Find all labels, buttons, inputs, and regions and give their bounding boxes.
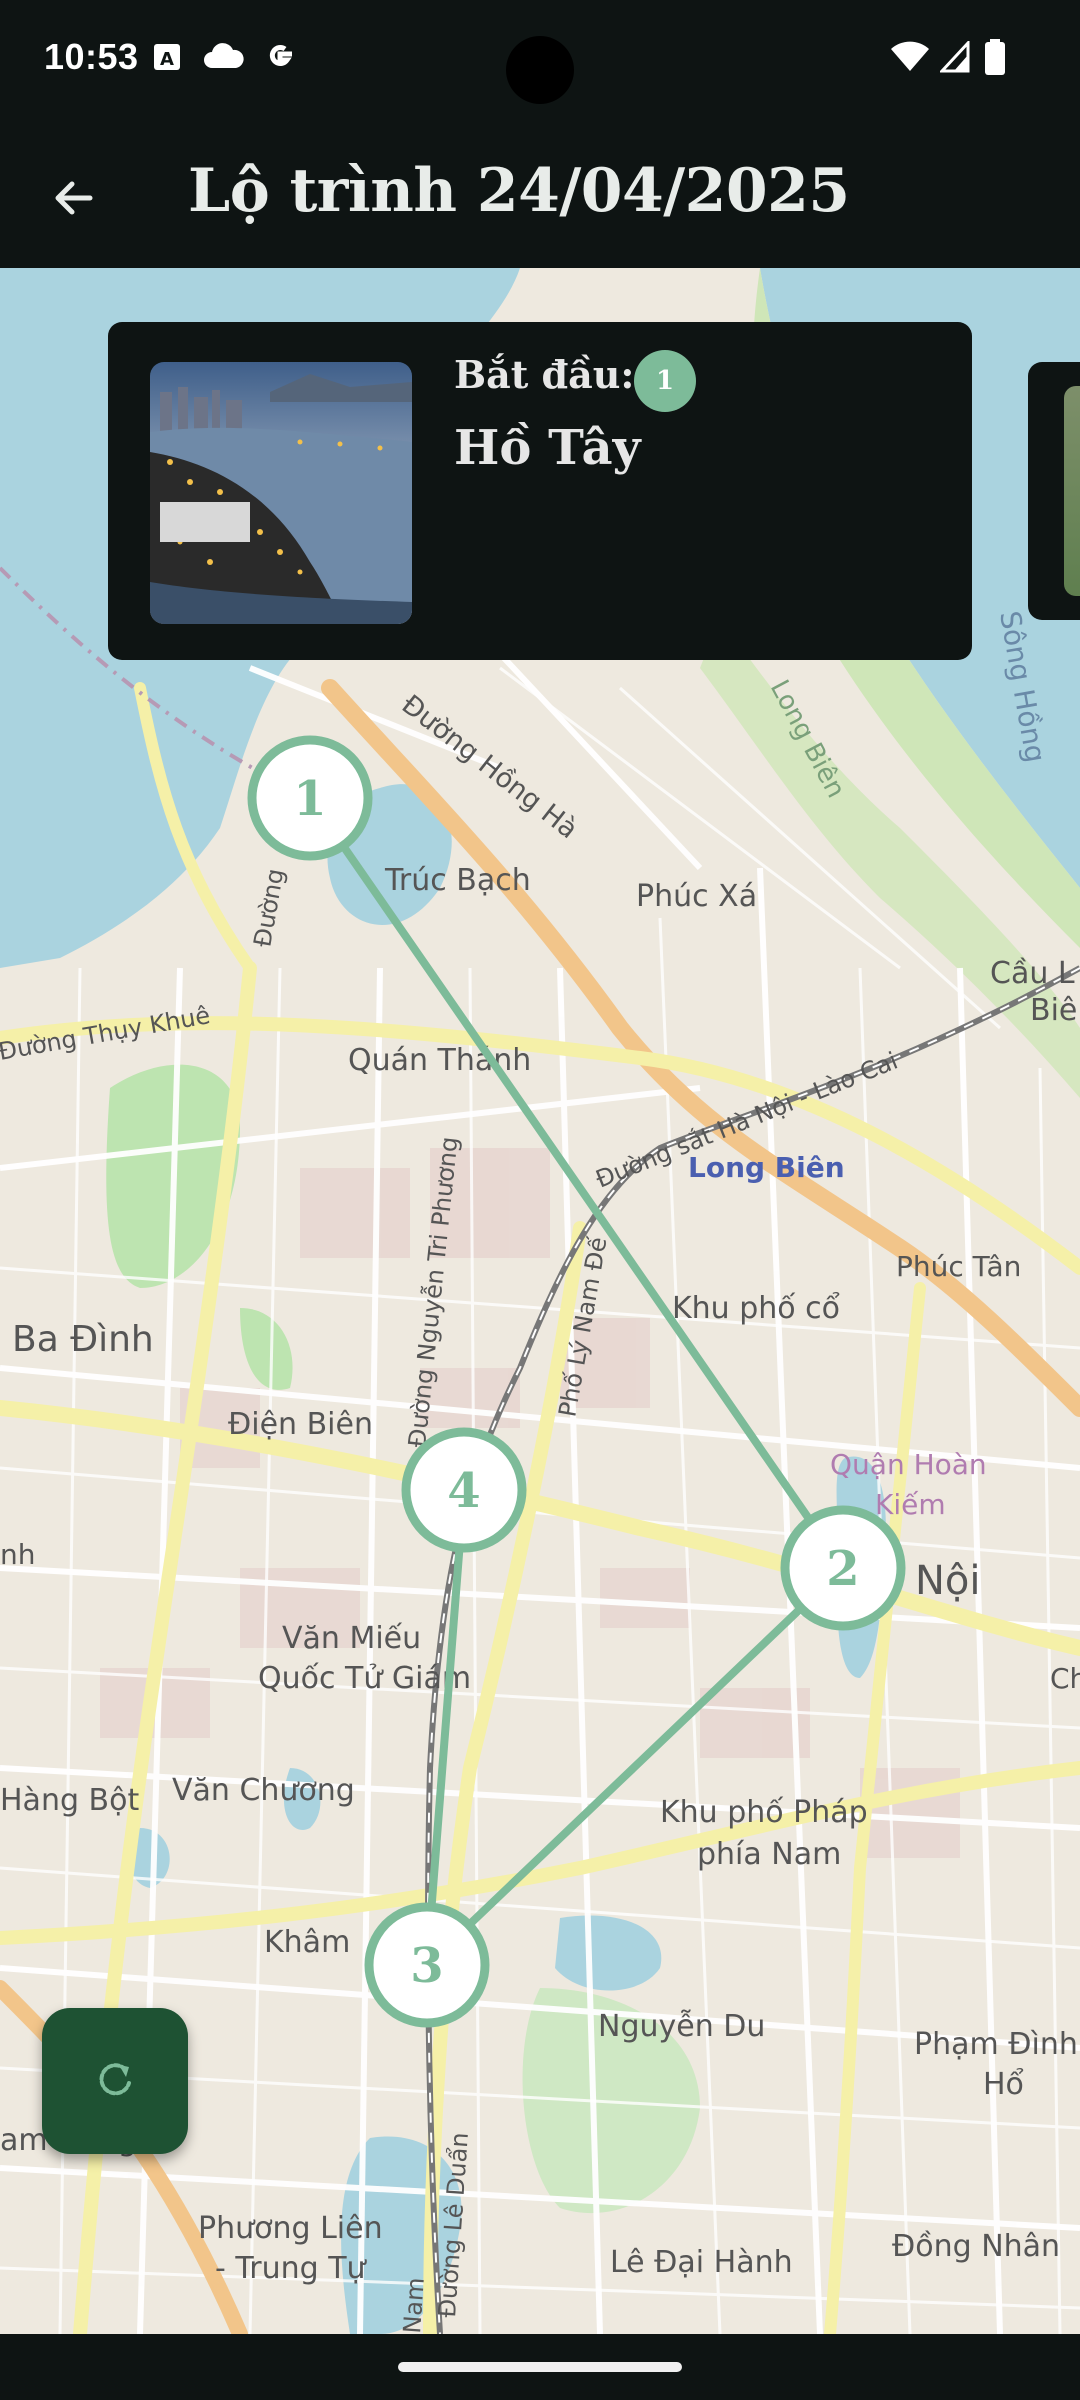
label-van-chuong: Văn Chương [172, 1773, 355, 1808]
arrow-back-icon [55, 181, 93, 215]
signal-icon [940, 40, 970, 74]
home-handle[interactable] [398, 2362, 682, 2372]
place-card[interactable]: Bắt đầu: 1 Hồ Tây [108, 322, 972, 660]
route-marker-2[interactable]: 2 [780, 1505, 906, 1631]
top-app-bar: Lộ trình 24/04/2025 [0, 120, 1080, 268]
status-time: 10:53 [44, 36, 139, 77]
route-marker-4[interactable]: 4 [401, 1427, 527, 1553]
page-title: Lộ trình 24/04/2025 [188, 156, 850, 226]
refresh-icon [99, 2063, 131, 2096]
label-van-mieu-2: Quốc Tử Giám [258, 1661, 471, 1696]
label-van-mieu-1: Văn Miếu [282, 1621, 421, 1656]
label-truc-bach: Trúc Bạch [384, 863, 531, 898]
start-label: Bắt đầu: [454, 352, 635, 397]
place-name: Hồ Tây [454, 420, 641, 476]
label-nh: nh [0, 1538, 36, 1571]
next-place-thumbnail [1064, 386, 1080, 596]
label-pham-dinh-ho-2: Hổ [983, 2066, 1024, 2102]
label-phuc-tan: Phúc Tân [896, 1250, 1021, 1283]
label-khu-pho-phap-2: phía Nam [697, 1837, 841, 1872]
label-ba-dinh: Ba Đình [12, 1319, 154, 1360]
route-marker-1[interactable]: 1 [247, 735, 373, 861]
route-marker-3[interactable]: 3 [364, 1902, 490, 2028]
label-quan-hoan-kiem-2: Kiếm [875, 1488, 946, 1521]
label-phuc-xa: Phúc Xá [636, 879, 757, 914]
wifi-icon [890, 40, 930, 74]
route-marker-3-label: 3 [410, 1938, 443, 1994]
label-phuong-lien-2: - Trung Tự [215, 2251, 368, 2286]
label-dien-bien: Điện Biên [228, 1407, 373, 1442]
route-marker-1-label: 1 [293, 771, 326, 827]
back-button[interactable] [40, 164, 108, 232]
route-marker-4-label: 4 [447, 1463, 480, 1519]
label-kham: Khâm [264, 1925, 350, 1960]
label-long-bien: Long Biên [688, 1151, 845, 1184]
status-bar: 10:53 A [0, 0, 1080, 120]
battery-icon [984, 39, 1006, 75]
label-pham-dinh-ho-1: Phạm Đình [914, 2027, 1078, 2062]
label-le-dai-hanh: Lê Đại Hành [610, 2245, 793, 2280]
label-hang-bot: Hàng Bột [0, 1783, 139, 1818]
label-ch: Ch [1050, 1662, 1080, 1695]
label-khu-pho-co: Khu phố cổ [672, 1290, 840, 1326]
label-nam: Nam [398, 2277, 430, 2334]
google-icon [262, 40, 298, 74]
label-phuong-lien-1: Phương Liên [198, 2211, 383, 2246]
refresh-button[interactable] [42, 2008, 188, 2154]
gesture-nav-bar [0, 2334, 1080, 2400]
label-dong-nhan: Đồng Nhân [892, 2229, 1060, 2264]
place-thumbnail [150, 362, 412, 624]
route-marker-2-label: 2 [826, 1541, 859, 1597]
label-cau-l: Cầu L [990, 956, 1075, 991]
a-badge-icon: A [152, 40, 182, 74]
label-khu-pho-phap-1: Khu phố Pháp [660, 1795, 868, 1830]
next-place-card[interactable] [1028, 362, 1080, 620]
front-camera [506, 36, 574, 104]
svg-text:A: A [160, 49, 174, 70]
label-noi: Nội [915, 1558, 981, 1604]
cloud-icon [202, 40, 246, 74]
stop-number-badge: 1 [634, 350, 696, 412]
label-bie: Biê [1030, 993, 1077, 1028]
label-nguyen-du: Nguyễn Du [598, 2009, 765, 2044]
label-quan-hoan-kiem-1: Quận Hoàn [830, 1448, 987, 1481]
